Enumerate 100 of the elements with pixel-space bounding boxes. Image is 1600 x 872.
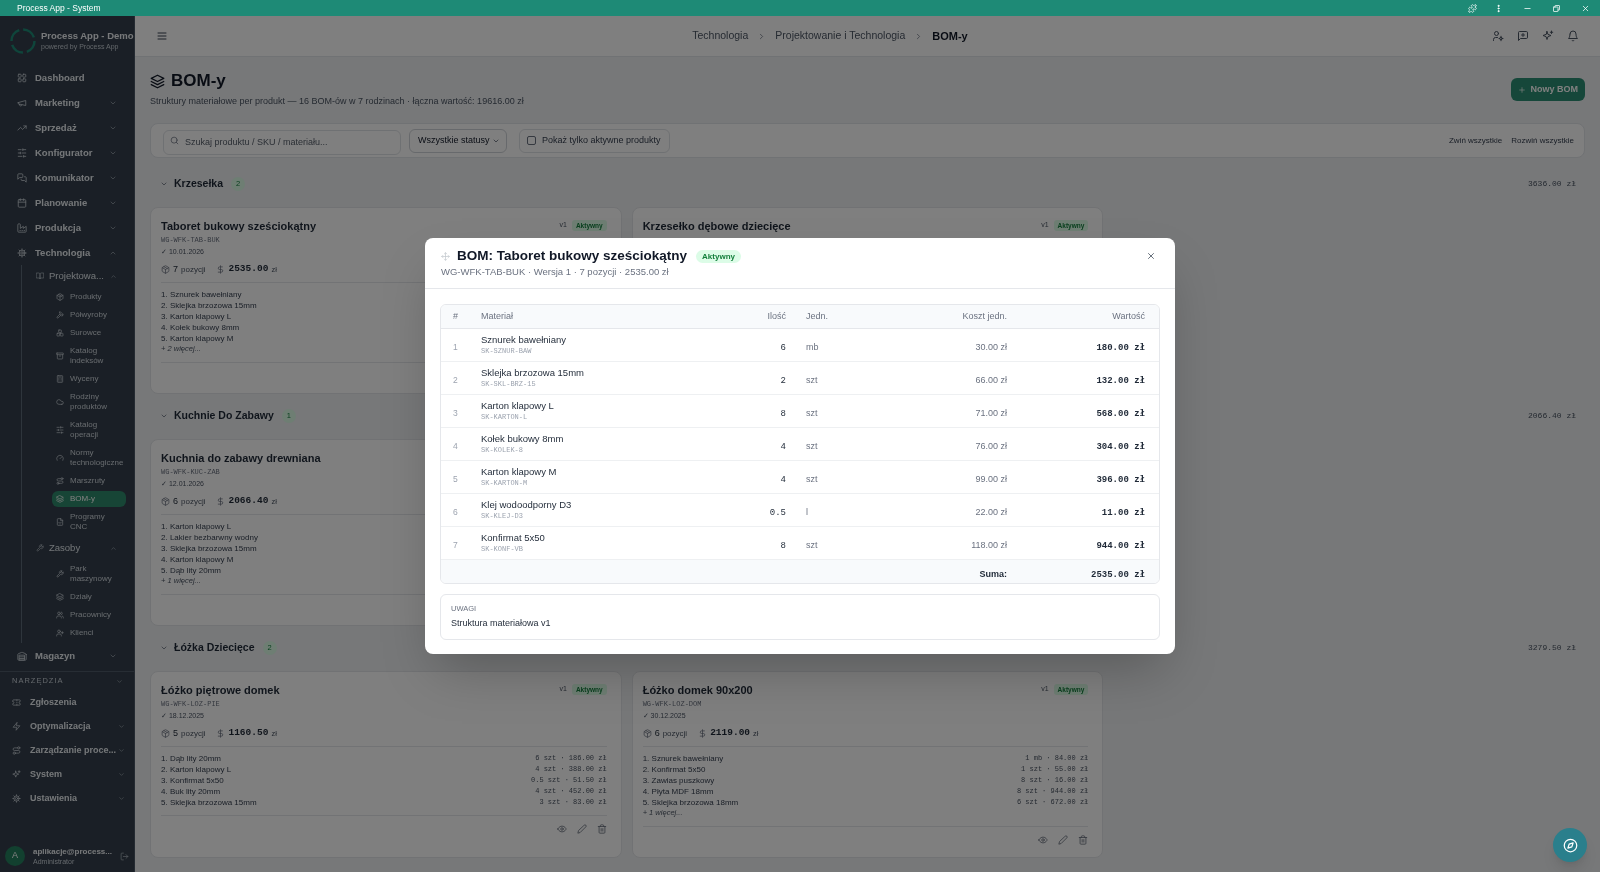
material-name: Karton klapowy M (481, 466, 557, 478)
pencil-icon[interactable] (576, 823, 587, 834)
sidebar-item[interactable]: Park maszynowy (52, 561, 126, 587)
sidebar-item[interactable]: Optymalizacja (4, 714, 130, 738)
chevron-down-icon[interactable] (160, 644, 168, 652)
sidebar-item[interactable]: Dashboard (8, 65, 130, 90)
sidebar-item[interactable]: Wyceny (52, 371, 126, 387)
line-value: 180.00 zł (1096, 343, 1145, 353)
message-plus-icon[interactable] (1517, 30, 1529, 42)
bom-name: Kuchnia do zabawy drewniana (161, 451, 321, 465)
sidebar-item[interactable]: Magazyn (8, 643, 130, 668)
more-icon[interactable] (1494, 3, 1503, 13)
eye-icon[interactable] (556, 823, 567, 834)
sidebar-item[interactable]: Działy (52, 589, 126, 605)
sidebar-item[interactable]: Półwyroby (52, 307, 126, 323)
user-avatar: A (5, 846, 25, 866)
dialog-title: BOM: Taboret bukowy sześciokątny (457, 247, 688, 265)
column-header: Wartość (1112, 310, 1145, 321)
chevron-down-icon[interactable] (116, 677, 123, 685)
package-icon (161, 265, 170, 274)
chevron-down-icon[interactable] (160, 412, 168, 420)
sidebar-item[interactable]: Zarządzanie proce... (4, 738, 130, 762)
sidebar-item[interactable]: Marszruty (52, 473, 126, 489)
ticket-icon (12, 697, 21, 707)
quantity: 2 (780, 376, 786, 386)
sidebar-item[interactable]: Produkty (52, 289, 126, 305)
trash-icon[interactable] (596, 823, 607, 834)
bell-icon[interactable] (1567, 30, 1579, 42)
cloud-icon (56, 398, 64, 406)
column-header: Jedn. (806, 310, 829, 321)
quantity: 8 (780, 541, 786, 551)
expand-all-link[interactable]: Rozwiń wszystkie (1511, 134, 1574, 147)
sidebar-item[interactable]: BOM-y (52, 491, 126, 507)
group-name: Kuchnie Do Zabawy (174, 408, 274, 424)
bom-name: Krzesełko dębowe dziecięce (642, 219, 791, 233)
sidebar-item[interactable]: Katalog operacji (52, 417, 126, 443)
close-icon[interactable] (1581, 3, 1590, 13)
gear-icon (12, 793, 21, 803)
puzzle-icon[interactable] (1468, 3, 1477, 13)
search-field[interactable]: Szukaj produktu / SKU / materiału... (163, 129, 401, 155)
new-bom-button[interactable]: Nowy BOM (1511, 78, 1585, 101)
route-icon (56, 477, 64, 485)
unit-cost: 66.00 zł (975, 375, 1007, 385)
sidebar-item[interactable]: Zasoby (30, 537, 127, 559)
sidebar-item[interactable]: Projektowa... (30, 265, 127, 287)
position-label: pozycji (181, 495, 206, 508)
bom-value: 2119.00 (710, 726, 751, 741)
sidebar-item[interactable]: Pracownicy (52, 607, 126, 623)
users-icon (56, 611, 64, 619)
sidebar-item[interactable]: Konfigurator (8, 140, 130, 165)
position-count: 7 (173, 262, 178, 276)
material-line: 2. Lakier bezbarwny wodny (161, 531, 258, 543)
sidebar-item[interactable]: Technologia (8, 240, 130, 265)
sidebar-item[interactable]: Marketing (8, 90, 130, 115)
material-name: Kołek bukowy 8mm (481, 433, 564, 445)
unit: mb (806, 342, 819, 352)
sidebar-item[interactable]: Programy CNC (52, 509, 126, 535)
sidebar-item[interactable]: Zgłoszenia (4, 690, 130, 714)
sidebar-item[interactable]: Ustawienia (4, 786, 130, 810)
trend-up-icon (17, 122, 27, 133)
restore-icon[interactable] (1552, 3, 1561, 13)
move-icon[interactable] (441, 251, 450, 261)
sidebar-item[interactable]: System (4, 762, 130, 786)
sparkles-icon[interactable] (1542, 30, 1554, 42)
breadcrumb-link[interactable]: Technologia (692, 28, 749, 44)
column-header: # (453, 310, 458, 321)
position-label: pozycji (181, 263, 206, 276)
sidebar-item[interactable]: Klienci (52, 625, 126, 641)
sidebar-item[interactable]: Rodziny produktów (52, 389, 126, 415)
gear-icon (17, 247, 27, 258)
status-select[interactable]: Wszystkie statusy (409, 128, 507, 153)
sidebar-item[interactable]: Sprzedaż (8, 115, 130, 140)
sidebar-item[interactable]: Surowce (52, 325, 126, 341)
checkbox[interactable] (527, 136, 536, 145)
breadcrumb-link[interactable]: Projektowanie i Technologia (775, 28, 906, 44)
unit: szt (806, 540, 818, 550)
sidebar-item[interactable]: Komunikator (8, 165, 130, 190)
material-line: 3. Sklejka brzozowa 15mm (161, 542, 257, 554)
sidebar-item[interactable]: Katalog indeksów (52, 343, 126, 369)
layers-icon (150, 73, 165, 89)
column-header: Materiał (481, 310, 513, 321)
unit: szt (806, 474, 818, 484)
row-number: 5 (453, 474, 458, 484)
package-icon (56, 293, 64, 301)
collapse-all-link[interactable]: Zwiń wszystkie (1448, 134, 1503, 147)
quantity: 6 (780, 343, 786, 353)
sidebar-item[interactable]: Planowanie (8, 190, 130, 215)
sidebar-item[interactable]: Normy technologiczne (52, 445, 126, 471)
eye-icon[interactable] (1038, 834, 1049, 845)
pencil-icon[interactable] (1058, 834, 1069, 845)
user-gear-icon[interactable] (1492, 30, 1504, 42)
line-value: 304.00 zł (1096, 442, 1145, 452)
bom-value: 2535.00 (228, 262, 269, 277)
chevron-down-icon[interactable] (160, 180, 168, 188)
sidebar-item[interactable]: Produkcja (8, 215, 130, 240)
active-only-toggle[interactable]: Pokaż tylko aktywne produkty (519, 128, 670, 153)
trash-icon[interactable] (1078, 834, 1089, 845)
menu-icon[interactable] (156, 30, 168, 42)
close-icon[interactable] (1146, 251, 1156, 261)
logout-icon[interactable] (120, 851, 129, 861)
